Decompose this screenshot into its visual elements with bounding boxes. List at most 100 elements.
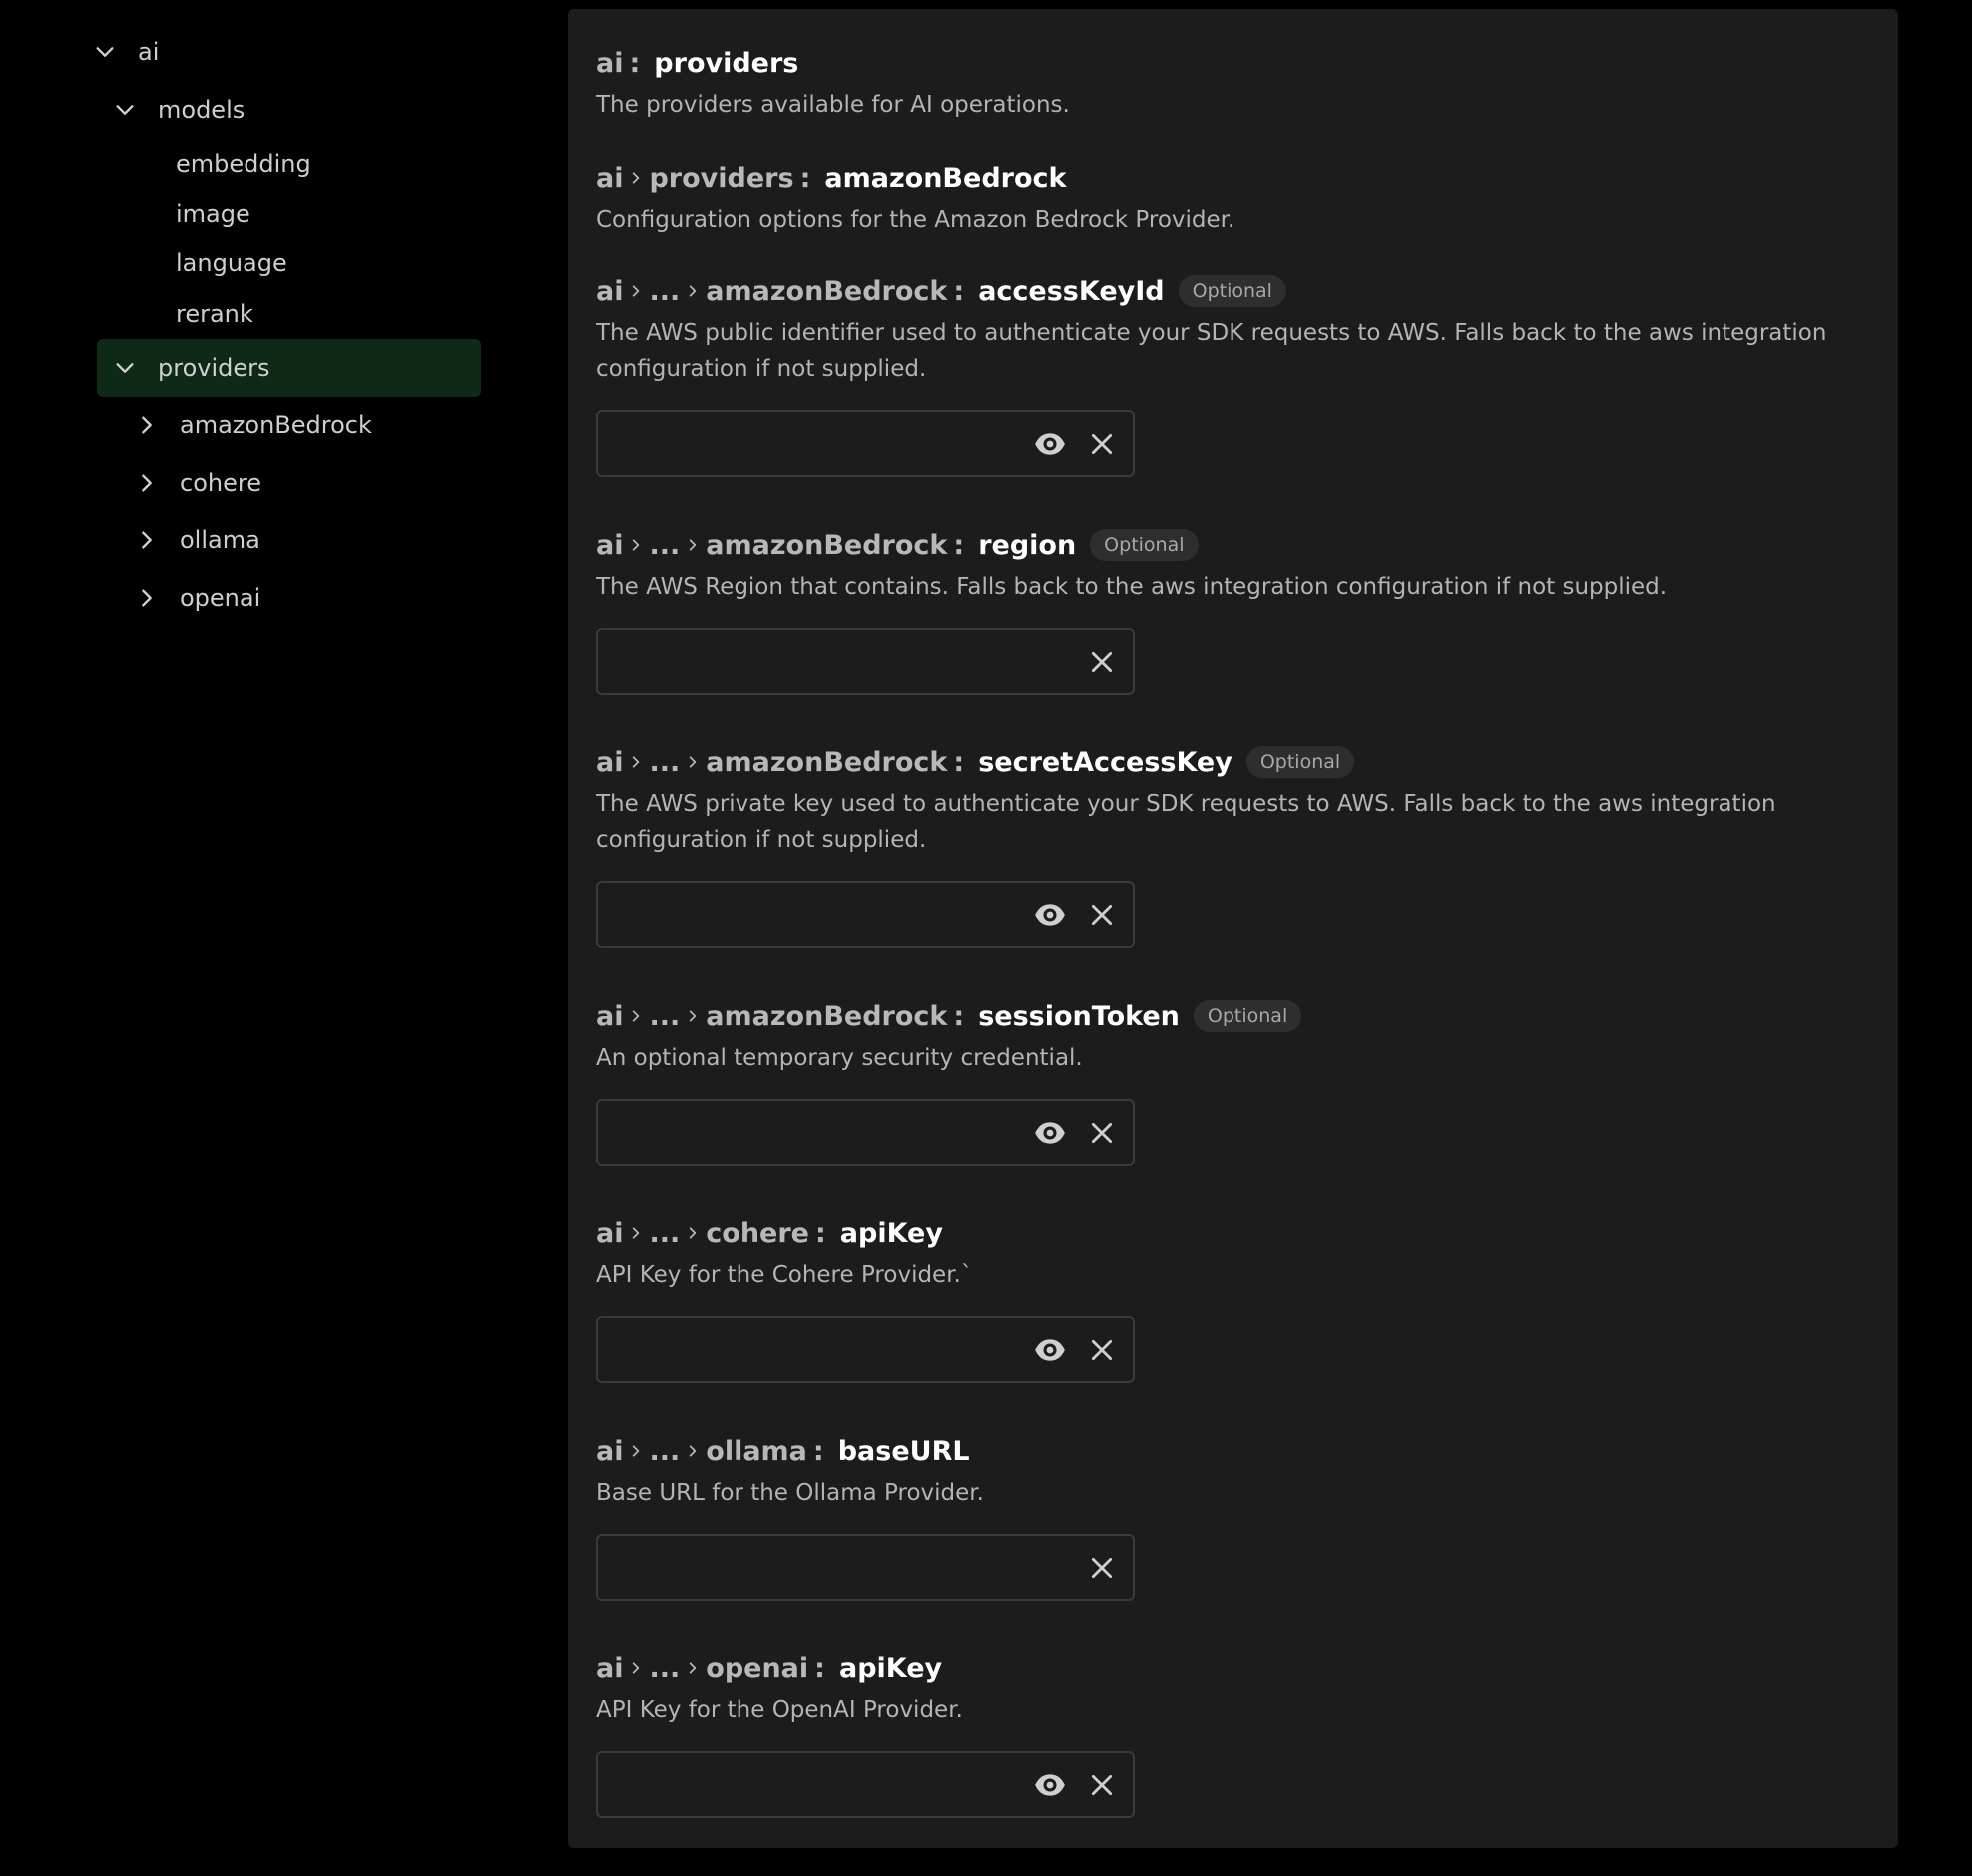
breadcrumb: ai ... cohere : apiKey bbox=[596, 1213, 1873, 1253]
chevron-right-icon bbox=[680, 284, 706, 298]
setting-section-region: ai ... amazonBedrock : region Optional T… bbox=[596, 525, 1873, 605]
setting-section-ollama-baseurl: ai ... ollama : baseURL Base URL for the… bbox=[596, 1431, 1873, 1511]
breadcrumb-item: ai bbox=[596, 1435, 624, 1467]
breadcrumb-ellipsis: ... bbox=[649, 1652, 681, 1684]
chevron-down-icon[interactable] bbox=[110, 95, 140, 125]
breadcrumb-item: ollama bbox=[706, 1435, 807, 1467]
breadcrumb: ai ... amazonBedrock : sessionToken Opti… bbox=[596, 996, 1873, 1036]
close-icon[interactable] bbox=[1087, 429, 1117, 459]
breadcrumb-item: ai bbox=[596, 162, 624, 194]
secretaccesskey-input[interactable] bbox=[598, 883, 997, 946]
breadcrumb: ai ... openai : apiKey bbox=[596, 1648, 1873, 1688]
breadcrumb-item: ai bbox=[596, 47, 624, 79]
setting-section-amazonbedrock: ai providers : amazonBedrock Configurati… bbox=[596, 158, 1873, 237]
close-icon[interactable] bbox=[1087, 1118, 1117, 1148]
chevron-down-icon[interactable] bbox=[90, 37, 120, 67]
breadcrumb: ai ... amazonBedrock : secretAccessKey O… bbox=[596, 742, 1873, 782]
cohere-apikey-input[interactable] bbox=[598, 1318, 997, 1381]
setting-description: Base URL for the Ollama Provider. bbox=[596, 1480, 984, 1506]
region-field[interactable] bbox=[596, 628, 1135, 695]
tree-item-label: language bbox=[176, 249, 287, 277]
chevron-right-icon[interactable] bbox=[132, 468, 162, 498]
chevron-right-icon[interactable] bbox=[132, 583, 162, 613]
eye-icon[interactable] bbox=[1031, 896, 1069, 934]
chevron-right-icon bbox=[623, 1661, 649, 1675]
tree-item-rerank[interactable]: rerank bbox=[176, 286, 435, 342]
tree-item-openai[interactable]: openai bbox=[132, 570, 451, 626]
config-tree-sidebar: ai models embedding image language reran… bbox=[0, 0, 519, 1876]
setting-description: The AWS Region that contains. Falls back… bbox=[596, 574, 1668, 600]
accesskeyid-field[interactable] bbox=[596, 410, 1135, 477]
setting-description: Configuration options for the Amazon Bed… bbox=[596, 207, 1235, 233]
breadcrumb: ai providers : amazonBedrock bbox=[596, 158, 1873, 198]
chevron-right-icon bbox=[680, 1444, 706, 1458]
tree-item-cohere[interactable]: cohere bbox=[132, 455, 451, 511]
region-input[interactable] bbox=[598, 630, 997, 693]
chevron-right-icon bbox=[623, 1226, 649, 1240]
chevron-right-icon bbox=[623, 538, 649, 552]
chevron-down-icon[interactable] bbox=[110, 353, 140, 383]
close-icon[interactable] bbox=[1087, 900, 1117, 930]
breadcrumb-colon: : bbox=[953, 529, 965, 561]
setting-section-accesskeyid: ai ... amazonBedrock : accessKeyId Optio… bbox=[596, 271, 1873, 387]
breadcrumb: ai ... ollama : baseURL bbox=[596, 1431, 1873, 1471]
breadcrumb-ellipsis: ... bbox=[649, 1435, 681, 1467]
breadcrumb-item: amazonBedrock bbox=[706, 275, 948, 307]
openai-apikey-input[interactable] bbox=[598, 1753, 997, 1816]
secretaccesskey-field[interactable] bbox=[596, 881, 1135, 948]
ollama-baseurl-field[interactable] bbox=[596, 1534, 1135, 1601]
setting-section-cohere-apikey: ai ... cohere : apiKey API Key for the C… bbox=[596, 1213, 1873, 1293]
breadcrumb-item: cohere bbox=[706, 1217, 809, 1249]
tree-item-ai[interactable]: ai bbox=[90, 24, 389, 80]
setting-key: accessKeyId bbox=[978, 275, 1165, 307]
openai-apikey-field[interactable] bbox=[596, 1751, 1135, 1818]
sessiontoken-input[interactable] bbox=[598, 1101, 997, 1164]
eye-icon[interactable] bbox=[1031, 1114, 1069, 1152]
tree-item-label: amazonBedrock bbox=[180, 411, 372, 439]
close-icon[interactable] bbox=[1087, 1770, 1117, 1800]
breadcrumb-colon: : bbox=[812, 1435, 824, 1467]
chevron-right-icon bbox=[623, 284, 649, 298]
breadcrumb-item: amazonBedrock bbox=[706, 746, 948, 778]
optional-badge: Optional bbox=[1178, 275, 1286, 307]
chevron-right-icon bbox=[680, 538, 706, 552]
chevron-right-icon bbox=[623, 171, 649, 185]
chevron-right-icon bbox=[680, 1009, 706, 1023]
optional-badge: Optional bbox=[1245, 746, 1355, 778]
setting-key: apiKey bbox=[839, 1217, 943, 1249]
tree-item-label: image bbox=[176, 200, 250, 228]
tree-item-image[interactable]: image bbox=[176, 186, 435, 241]
tree-item-providers[interactable]: providers bbox=[97, 339, 481, 397]
accesskeyid-input[interactable] bbox=[598, 412, 997, 475]
chevron-right-icon bbox=[680, 1661, 706, 1675]
eye-icon[interactable] bbox=[1031, 1766, 1069, 1804]
chevron-right-icon[interactable] bbox=[132, 410, 162, 440]
setting-key: sessionToken bbox=[978, 1000, 1180, 1032]
tree-item-models[interactable]: models bbox=[110, 82, 409, 138]
close-icon[interactable] bbox=[1087, 647, 1117, 677]
eye-icon[interactable] bbox=[1031, 1331, 1069, 1369]
chevron-right-icon[interactable] bbox=[132, 525, 162, 555]
tree-item-label: embedding bbox=[176, 150, 311, 178]
sessiontoken-field[interactable] bbox=[596, 1099, 1135, 1166]
ollama-baseurl-input[interactable] bbox=[598, 1536, 997, 1599]
tree-item-embedding[interactable]: embedding bbox=[176, 136, 435, 192]
eye-icon[interactable] bbox=[1031, 425, 1069, 463]
setting-key: region bbox=[978, 529, 1077, 561]
close-icon[interactable] bbox=[1087, 1335, 1117, 1365]
setting-description: API Key for the Cohere Provider.` bbox=[596, 1262, 973, 1288]
breadcrumb-ellipsis: ... bbox=[649, 529, 681, 561]
breadcrumb-item: ai bbox=[596, 1652, 624, 1684]
setting-description: The providers available for AI operation… bbox=[596, 92, 1070, 118]
tree-item-amazonbedrock[interactable]: amazonBedrock bbox=[132, 397, 451, 453]
tree-item-ollama[interactable]: ollama bbox=[132, 512, 451, 568]
setting-description: API Key for the OpenAI Provider. bbox=[596, 1697, 963, 1723]
cohere-apikey-field[interactable] bbox=[596, 1316, 1135, 1383]
close-icon[interactable] bbox=[1087, 1553, 1117, 1583]
tree-item-language[interactable]: language bbox=[176, 235, 435, 291]
optional-badge: Optional bbox=[1193, 1000, 1302, 1032]
setting-section-providers: ai : providers The providers available f… bbox=[596, 43, 1873, 123]
setting-description: An optional temporary security credentia… bbox=[596, 1045, 1083, 1071]
breadcrumb-item: ai bbox=[596, 1000, 624, 1032]
chevron-right-icon bbox=[680, 1226, 706, 1240]
